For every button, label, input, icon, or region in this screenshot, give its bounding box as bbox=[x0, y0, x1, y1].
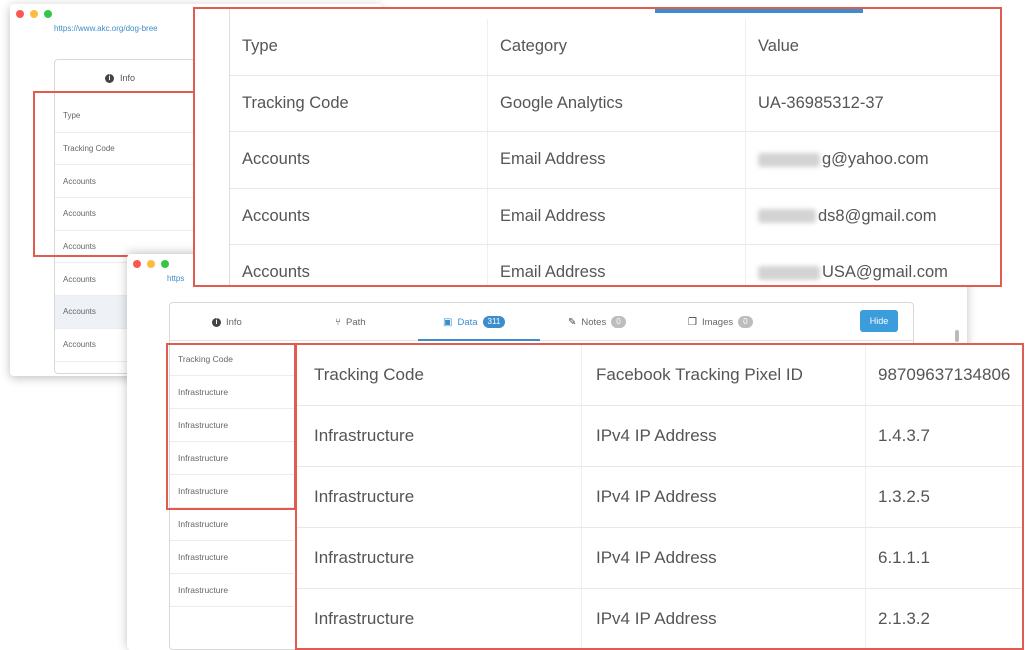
cell-value-text: ds8@gmail.com bbox=[818, 206, 937, 225]
data-count-badge: 311 bbox=[482, 316, 506, 328]
tab-label: Images bbox=[701, 316, 734, 328]
cell-value: 2.1.3.2 bbox=[878, 609, 930, 628]
cell-category: IPv4 IP Address bbox=[582, 528, 866, 588]
cell-value: g@yahoo.com bbox=[746, 132, 1000, 188]
list-item: Infrastructure bbox=[170, 574, 294, 607]
cell-value: UA-36985312-37 bbox=[758, 93, 884, 112]
table-row[interactable]: Accounts Email Address g@yahoo.com bbox=[230, 132, 1000, 189]
zoomed-data-table-top: Type Category Value Tracking Code Google… bbox=[193, 7, 1002, 287]
column-header-type[interactable]: Type bbox=[230, 19, 488, 75]
cell-type: Infrastructure bbox=[297, 589, 582, 648]
close-dot[interactable] bbox=[133, 260, 141, 268]
tab-label: Info bbox=[226, 316, 242, 328]
window-controls bbox=[133, 260, 169, 268]
images-count-badge: 0 bbox=[738, 316, 753, 328]
cell-category: IPv4 IP Address bbox=[582, 406, 866, 466]
cell-value: USA@gmail.com bbox=[746, 245, 1000, 285]
maximize-dot[interactable] bbox=[44, 10, 52, 18]
tab-data[interactable]: ▣ Data 311 bbox=[443, 303, 506, 341]
cell-type: Infrastructure bbox=[297, 406, 582, 466]
hide-button[interactable]: Hide bbox=[860, 310, 898, 332]
highlight-outline-back bbox=[33, 91, 195, 257]
tab-label: Data bbox=[457, 316, 478, 328]
table-row[interactable]: Tracking Code Google Analytics UA-369853… bbox=[230, 75, 1000, 132]
cell-value: 1.3.2.5 bbox=[878, 487, 930, 506]
tab-label: Notes bbox=[581, 316, 607, 328]
window-controls bbox=[16, 10, 52, 18]
table-row[interactable]: Infrastructure IPv4 IP Address 1.4.3.7 bbox=[297, 406, 1022, 467]
table-row[interactable]: Infrastructure IPv4 IP Address 2.1.3.2 bbox=[297, 589, 1022, 648]
tab-info-label: Info bbox=[119, 73, 135, 83]
tab-label: Path bbox=[346, 316, 366, 328]
table-row[interactable]: Infrastructure IPv4 IP Address 1.3.2.5 bbox=[297, 467, 1022, 528]
cell-category: Facebook Tracking Pixel ID bbox=[582, 345, 866, 405]
table-row[interactable]: Tracking Code Facebook Tracking Pixel ID… bbox=[297, 345, 1022, 406]
column-header-category[interactable]: Category bbox=[488, 19, 746, 75]
info-icon: i bbox=[212, 317, 221, 327]
cell-type: Tracking Code bbox=[297, 345, 582, 405]
cell-category: Email Address bbox=[488, 188, 746, 244]
notes-count-badge: 0 bbox=[611, 316, 626, 328]
images-icon: ❐ bbox=[688, 316, 697, 328]
table-header-row: Type Category Value bbox=[230, 19, 1000, 76]
cell-value-text: g@yahoo.com bbox=[822, 150, 929, 169]
data-table: Type Category Value Tracking Code Google… bbox=[230, 19, 1000, 285]
data-icon: ▣ bbox=[443, 316, 453, 328]
cell-value: 1.4.3.7 bbox=[878, 426, 930, 445]
redacted-text bbox=[758, 265, 820, 280]
list-item: Infrastructure bbox=[170, 541, 294, 574]
table-row[interactable]: Accounts Email Address ds8@gmail.com bbox=[230, 188, 1000, 245]
tab-path[interactable]: ⑂ Path bbox=[335, 303, 366, 341]
close-dot[interactable] bbox=[16, 10, 24, 18]
cell-category: IPv4 IP Address bbox=[582, 467, 866, 527]
cell-type: Tracking Code bbox=[230, 75, 488, 131]
table-row[interactable]: Accounts Email Address USA@gmail.com bbox=[230, 245, 1000, 285]
tab-bar: i Info ⑂ Path ▣ Data 311 ✎ Notes 0 ❐ Ima… bbox=[170, 303, 913, 341]
url-link[interactable]: https://www.akc.org/dog-bree bbox=[54, 24, 158, 33]
tab-images[interactable]: ❐ Images 0 bbox=[688, 303, 753, 341]
cell-type: Accounts bbox=[230, 132, 488, 188]
cell-value: 98709637134806 bbox=[878, 365, 1011, 384]
url-link[interactable]: https bbox=[167, 274, 184, 283]
cell-type: Infrastructure bbox=[297, 528, 582, 588]
minimize-dot[interactable] bbox=[30, 10, 38, 18]
scrollbar[interactable] bbox=[955, 330, 959, 342]
zoomed-data-table-bottom: Tracking Code Facebook Tracking Pixel ID… bbox=[295, 343, 1024, 650]
highlight-outline-front bbox=[166, 343, 296, 510]
cell-category: Google Analytics bbox=[488, 75, 746, 131]
minimize-dot[interactable] bbox=[147, 260, 155, 268]
cell-type: Accounts bbox=[230, 245, 488, 285]
path-icon: ⑂ bbox=[335, 316, 341, 328]
tab-notes[interactable]: ✎ Notes 0 bbox=[568, 303, 626, 341]
cell-category: IPv4 IP Address bbox=[582, 589, 866, 648]
cell-category: Email Address bbox=[488, 132, 746, 188]
notes-icon: ✎ bbox=[568, 316, 577, 328]
active-tab-indicator bbox=[418, 339, 540, 341]
maximize-dot[interactable] bbox=[161, 260, 169, 268]
active-tab-indicator bbox=[655, 9, 863, 13]
cell-value-text: USA@gmail.com bbox=[822, 263, 948, 282]
redacted-text bbox=[758, 152, 820, 167]
table-row[interactable]: Infrastructure IPv4 IP Address 6.1.1.1 bbox=[297, 528, 1022, 589]
cell-category: Email Address bbox=[488, 245, 746, 285]
list-item: Infrastructure bbox=[170, 508, 294, 541]
column-header-value[interactable]: Value bbox=[746, 19, 1000, 75]
cell-value: ds8@gmail.com bbox=[746, 189, 1000, 245]
tab-info[interactable]: i Info bbox=[212, 303, 242, 341]
redacted-text bbox=[758, 209, 816, 224]
cell-value: 6.1.1.1 bbox=[878, 548, 930, 567]
cell-type: Infrastructure bbox=[297, 467, 582, 527]
cell-type: Accounts bbox=[230, 188, 488, 244]
info-icon: i bbox=[104, 73, 114, 83]
